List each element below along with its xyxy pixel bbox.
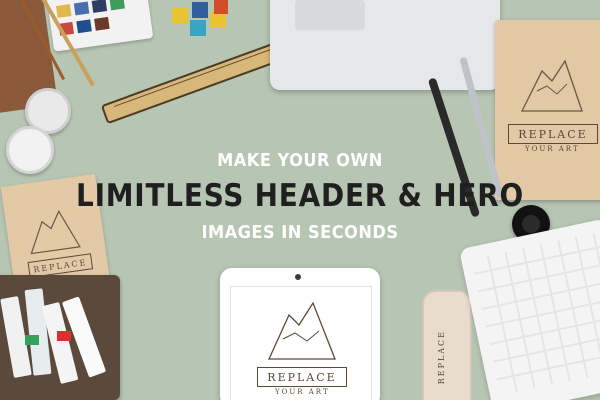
paint-cube — [172, 8, 188, 24]
paint-tube-tin — [0, 275, 120, 400]
hero-mockup-scene: REPLACE YOUR ART REPLACE REPLACE YOUR AR… — [0, 0, 600, 400]
logo-frame: REPLACE — [257, 367, 347, 387]
paint-cube — [210, 12, 226, 28]
paint-cube — [214, 0, 228, 14]
paint-cube — [190, 20, 206, 36]
hero-title: LIMITLESS HEADER & HERO — [76, 178, 524, 214]
logo-tagline: YOUR ART — [275, 388, 330, 396]
hero-line-3: IMAGES IN SECONDS — [201, 222, 399, 243]
keyboard — [458, 218, 600, 400]
hero-line-1: MAKE YOUR OWN — [217, 150, 383, 171]
logo-wordmark: REPLACE — [267, 370, 337, 384]
logo-wordmark: REPLACE — [518, 127, 588, 141]
kraft-notebook: REPLACE YOUR ART — [495, 20, 600, 200]
logo-frame: REPLACE — [508, 124, 598, 144]
logo-wordmark: REPLACE — [437, 330, 446, 385]
logo-wordmark: REPLACE — [32, 257, 88, 274]
paint-cube — [192, 2, 208, 18]
mountain-sketch-icon — [267, 301, 336, 360]
pencil-case: REPLACE — [422, 290, 472, 400]
watercolor-palette — [46, 0, 154, 52]
tablet: REPLACE YOUR ART — [220, 268, 380, 400]
mountain-sketch-icon — [520, 59, 583, 112]
